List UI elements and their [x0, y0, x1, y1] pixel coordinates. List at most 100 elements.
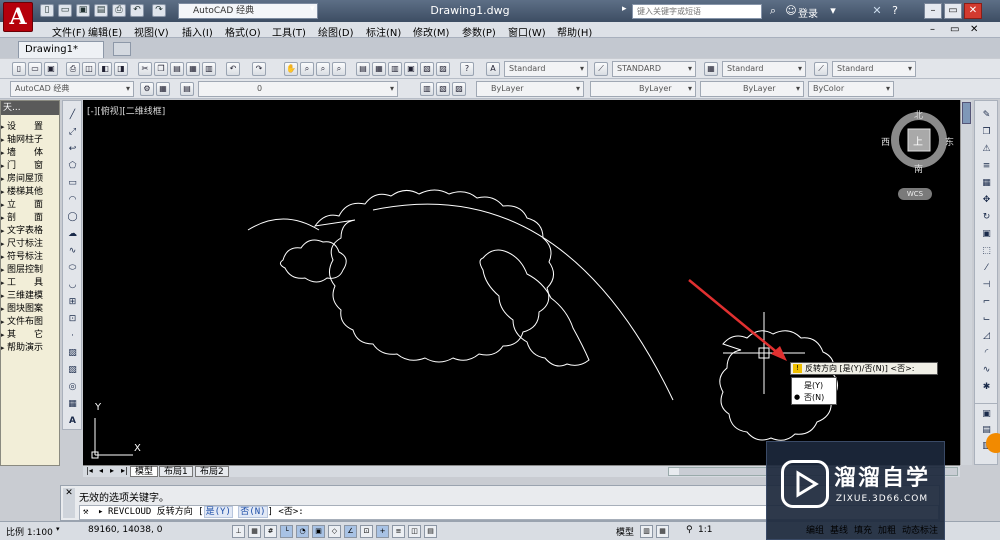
drawing-canvas[interactable]: [-][俯视][二维线框] Y X 北 南 东 西 上 WCS 反转方向 [是(…	[83, 100, 960, 465]
transparency-toggle[interactable]: ◫	[408, 525, 421, 538]
ellipse-icon[interactable]: ⬭	[66, 262, 79, 275]
menu-view[interactable]: 视图(V)	[134, 24, 169, 39]
ducs-toggle[interactable]: ⊡	[360, 525, 373, 538]
prev-tab-icon[interactable]: ◂	[99, 466, 103, 475]
palette-item-settings[interactable]: 设 置	[1, 121, 59, 134]
publish-icon[interactable]: ◧	[98, 62, 112, 76]
lineweight-toggle[interactable]: ≡	[392, 525, 405, 538]
grid-toggle[interactable]: #	[264, 525, 277, 538]
palette-item-tools[interactable]: 工 具	[1, 277, 59, 290]
menu-insert[interactable]: 插入(I)	[182, 24, 213, 39]
osnap-toggle[interactable]: ▣	[312, 525, 325, 538]
redo-icon[interactable]: ↷	[252, 62, 266, 76]
extend-icon[interactable]: ⊣	[980, 279, 993, 292]
save-icon[interactable]: ▣	[76, 4, 90, 17]
menu-file[interactable]: 文件(F)	[52, 24, 86, 39]
menu-draw[interactable]: 绘图(D)	[318, 24, 354, 39]
coordinate-readout[interactable]: 89160, 14038, 0	[88, 525, 162, 535]
insert-block-icon[interactable]: ⊞	[66, 296, 79, 309]
workspace-select[interactable]: AutoCAD 经典	[178, 3, 318, 19]
text-style-icon[interactable]: A	[486, 62, 500, 76]
tab-layout1[interactable]: 布局1	[159, 466, 193, 477]
model-space-toggle[interactable]: 模型	[616, 525, 634, 538]
compass-east[interactable]: 东	[945, 135, 954, 148]
palette-item-layout[interactable]: 文件布图	[1, 316, 59, 329]
3d-print-icon[interactable]: ◨	[114, 62, 128, 76]
table-style-select[interactable]: Standard	[722, 61, 806, 77]
compass-west[interactable]: 西	[881, 135, 890, 148]
table-icon[interactable]: ▦	[66, 398, 79, 411]
chevron-down-icon[interactable]: ▾	[310, 4, 315, 14]
chevron-down-icon[interactable]: ▾	[56, 525, 60, 533]
menu-edit[interactable]: 编辑(E)	[88, 24, 122, 39]
fillet-icon[interactable]: ◜	[980, 347, 993, 360]
line-icon[interactable]: ╱	[66, 109, 79, 122]
snap-toggle[interactable]: ▦	[248, 525, 261, 538]
last-tab-icon[interactable]: ▸|	[121, 466, 128, 475]
help-icon[interactable]: ?	[460, 62, 474, 76]
revcloud-icon[interactable]: ☁	[66, 228, 79, 241]
cube-face-top[interactable]: 上	[913, 133, 923, 148]
mirror-icon[interactable]: ⚠	[980, 143, 993, 156]
close-command-icon[interactable]: ✕	[63, 488, 75, 518]
otrack-toggle[interactable]: ∠	[344, 525, 357, 538]
print-icon[interactable]: ⎙	[112, 4, 126, 17]
dyn-toggle[interactable]: +	[376, 525, 389, 538]
quickcalc-icon[interactable]: ▨	[436, 62, 450, 76]
table-style-icon[interactable]: ▦	[704, 62, 718, 76]
quick-properties-toggle[interactable]: ▤	[424, 525, 437, 538]
compass-south[interactable]: 南	[914, 162, 923, 175]
match-props-icon[interactable]: ▦	[186, 62, 200, 76]
hatch-icon[interactable]: ▨	[66, 347, 79, 360]
minimize-doc-icon[interactable]: –	[930, 24, 935, 35]
palette-item-layer-control[interactable]: 图层控制	[1, 264, 59, 277]
annotation-icon[interactable]: ⚲	[686, 525, 693, 535]
command-option-no[interactable]: 否(N)	[238, 506, 268, 518]
polar-toggle[interactable]: ◔	[296, 525, 309, 538]
3dosnap-toggle[interactable]: ◇	[328, 525, 341, 538]
palette-item-axis-grid[interactable]: 轴网柱子	[1, 134, 59, 147]
new-tab-button[interactable]	[113, 42, 131, 56]
option-no[interactable]: 否(N)	[796, 392, 824, 403]
color-select[interactable]: ByLayer	[476, 81, 584, 97]
tab-layout2[interactable]: 布局2	[195, 466, 229, 477]
mleader-style-icon[interactable]: ⟋	[814, 62, 828, 76]
option-yes[interactable]: 是(Y)	[796, 380, 823, 391]
palette-item-walls[interactable]: 墙 体	[1, 147, 59, 160]
exchange-icon[interactable]: ✕	[870, 4, 884, 18]
palette-item-dimension[interactable]: 尺寸标注	[1, 238, 59, 251]
tab-model[interactable]: 模型	[130, 466, 159, 477]
wrench-icon[interactable]: ⚒	[83, 506, 88, 519]
layer-manager-icon[interactable]: ▤	[180, 82, 194, 96]
layer-previous-icon[interactable]: ▧	[436, 82, 450, 96]
first-tab-icon[interactable]: |◂	[86, 466, 93, 475]
circle-icon[interactable]: ◯	[66, 211, 79, 224]
close-doc-icon[interactable]: ✕	[970, 24, 978, 35]
point-icon[interactable]: ·	[66, 330, 79, 343]
palette-item-3d-modeling[interactable]: 三维建模	[1, 290, 59, 303]
tab-drawing1[interactable]: Drawing1*	[18, 41, 104, 58]
view-cube[interactable]: 北 南 东 西 上	[881, 110, 954, 175]
palette-item-elevation[interactable]: 立 面	[1, 199, 59, 212]
menu-help[interactable]: 帮助(H)	[557, 24, 592, 39]
palette-item-section[interactable]: 剖 面	[1, 212, 59, 225]
save-icon[interactable]: ▣	[44, 62, 58, 76]
dim-style-icon[interactable]: ⟋	[594, 62, 608, 76]
scale-dropdown[interactable]: 比例 1:100	[6, 525, 53, 538]
arc-icon[interactable]: ◠	[66, 194, 79, 207]
palette-header[interactable]: 天...	[1, 101, 59, 115]
design-center-icon[interactable]: ▦	[372, 62, 386, 76]
dim-style-select[interactable]: STANDARD	[612, 61, 696, 77]
make-current-icon[interactable]: ▥	[420, 82, 434, 96]
restore-doc-icon[interactable]: ▭	[950, 24, 959, 35]
palette-item-doors-windows[interactable]: 门 窗	[1, 160, 59, 173]
login-link[interactable]: 登录	[798, 5, 818, 20]
palette-item-help[interactable]: 帮助演示	[1, 342, 59, 355]
blend-icon[interactable]: ∿	[980, 364, 993, 377]
status-btn-fill[interactable]: 填充	[854, 523, 872, 536]
scroll-left-icon[interactable]	[669, 468, 679, 475]
trim-icon[interactable]: ⁄	[980, 262, 993, 275]
mtext-icon[interactable]: A	[66, 415, 79, 428]
status-btn-bold[interactable]: 加粗	[878, 523, 896, 536]
infer-constraints-toggle[interactable]: ⊥	[232, 525, 245, 538]
